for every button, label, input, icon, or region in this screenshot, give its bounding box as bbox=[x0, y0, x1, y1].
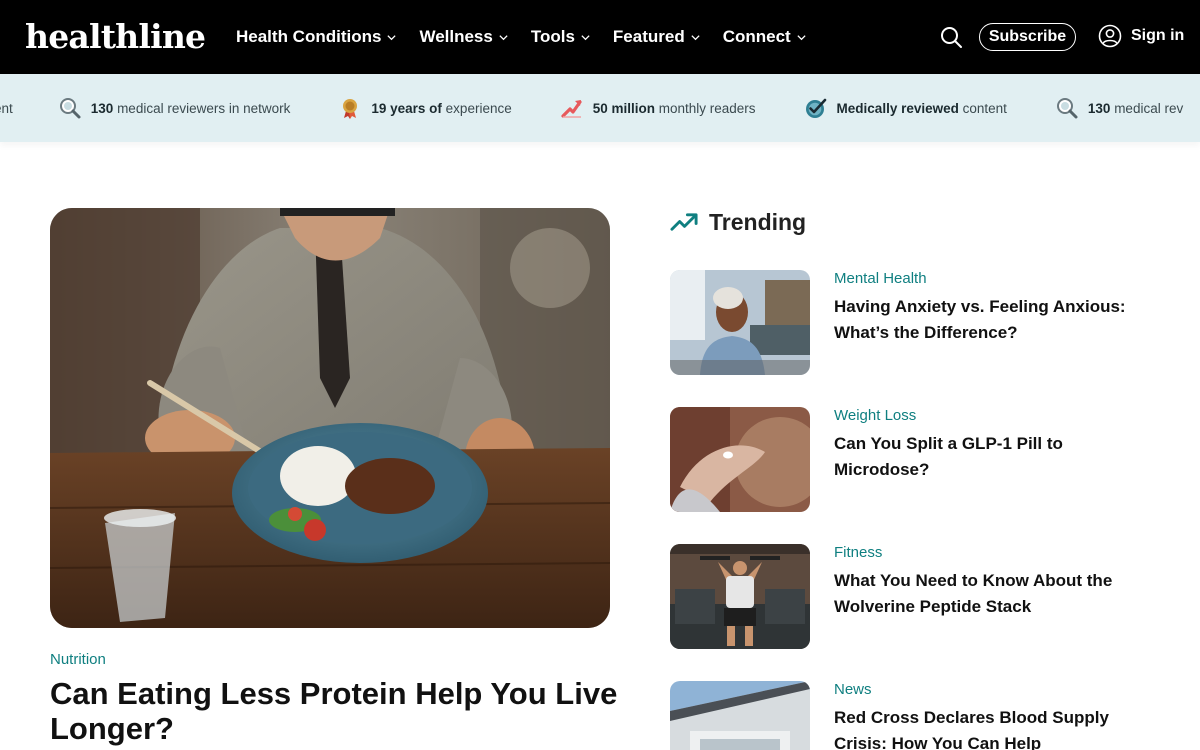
ticker-bold: 130 bbox=[1087, 100, 1111, 116]
sign-in-label: Sign in bbox=[1131, 27, 1185, 44]
nav-label: Tools bbox=[530, 27, 575, 46]
ticker-text: Medically reviewed content bbox=[837, 101, 1007, 116]
ticker-rest: medical reviewers in network bbox=[113, 100, 291, 116]
nav-connect[interactable]: Connect bbox=[723, 27, 807, 47]
ticker-text: 50 million monthly readers bbox=[593, 101, 756, 116]
subscribe-button[interactable]: Subscribe bbox=[979, 23, 1076, 51]
trending-card: Mental Health Having Anxiety vs. Feeling… bbox=[670, 270, 1180, 375]
trending-title: Trending bbox=[709, 209, 807, 235]
ticker-text: 130 medical rev bbox=[1088, 101, 1183, 116]
trending-thumbnail[interactable] bbox=[670, 407, 810, 512]
ticker-rest: content bbox=[958, 100, 1007, 116]
trending-title-link[interactable]: Red Cross Declares Blood Supply Crisis: … bbox=[834, 705, 1134, 750]
trending-card: Fitness What You Need to Know About the … bbox=[670, 544, 1180, 649]
ticker-text: 19 years of experience bbox=[371, 101, 511, 116]
trending-category[interactable]: Weight Loss bbox=[834, 407, 916, 424]
ticker-bold: Medically reviewed bbox=[836, 100, 959, 116]
award-medal-icon bbox=[343, 99, 358, 119]
site-header: healthline Health Conditions Wellness To… bbox=[0, 0, 1200, 74]
trending-thumbnail[interactable] bbox=[670, 681, 810, 750]
trending-thumbnail[interactable] bbox=[670, 544, 810, 649]
nav-wellness[interactable]: Wellness bbox=[419, 27, 508, 47]
ticker-item: 19 years of experience bbox=[338, 96, 512, 120]
chevron-down-icon bbox=[581, 34, 590, 40]
trending-category[interactable]: Fitness bbox=[834, 544, 882, 561]
nav-label: Connect bbox=[722, 27, 791, 46]
ticker-item: 130 medical rev bbox=[1055, 96, 1183, 120]
ticker-text: 130 medical reviewers in network bbox=[91, 101, 291, 116]
trending-category[interactable]: Mental Health bbox=[834, 270, 927, 287]
chevron-down-icon bbox=[499, 34, 508, 40]
ticker-rest: experience bbox=[441, 100, 512, 116]
nav-tools[interactable]: Tools bbox=[531, 27, 591, 47]
woman-city-street-photo bbox=[670, 270, 810, 375]
trending-card: News Red Cross Declares Blood Supply Cri… bbox=[670, 681, 1180, 750]
chevron-down-icon bbox=[691, 34, 700, 40]
ticker-bold: 50 million bbox=[592, 100, 655, 116]
trending-category[interactable]: News bbox=[834, 681, 872, 698]
healthline-logo[interactable]: healthline bbox=[25, 17, 206, 57]
nav-label: Wellness bbox=[419, 27, 493, 46]
user-account-icon bbox=[1098, 24, 1122, 48]
ticker-text: ent bbox=[0, 100, 13, 116]
ticker-rest: monthly readers bbox=[655, 100, 756, 116]
magnifier-icon bbox=[1056, 98, 1078, 119]
stats-ticker: ent 130 medical reviewers in network 19 … bbox=[0, 74, 1200, 142]
trending-title-link[interactable]: Can You Split a GLP-1 Pill to Microdose? bbox=[834, 431, 1134, 483]
nav-label: Health Conditions bbox=[236, 27, 382, 46]
nav-label: Featured bbox=[612, 27, 685, 46]
man-eating-rice-bowl-photo bbox=[50, 208, 610, 628]
trending-heading: Trending bbox=[670, 208, 806, 237]
ticker-track: ent 130 medical reviewers in network 19 … bbox=[0, 74, 1200, 142]
magnifier-icon bbox=[59, 98, 81, 119]
checkmark-badge-icon bbox=[805, 98, 826, 118]
ticker-item: 130 medical reviewers in network bbox=[58, 96, 291, 120]
growth-arrow-icon bbox=[561, 100, 582, 118]
ticker-bold: 130 bbox=[90, 100, 114, 116]
hand-holding-pill-photo bbox=[670, 407, 810, 512]
man-lifting-dumbbells-photo bbox=[670, 544, 810, 649]
ticker-item: ent bbox=[0, 101, 13, 116]
nav-featured[interactable]: Featured bbox=[613, 27, 701, 47]
sign-in-button[interactable]: Sign in bbox=[1098, 24, 1184, 48]
chevron-down-icon bbox=[387, 34, 397, 40]
ticker-rest: medical rev bbox=[1110, 100, 1184, 116]
main-nav: Health Conditions Wellness Tools Feature… bbox=[236, 0, 807, 74]
chevron-down-icon bbox=[797, 34, 806, 40]
trending-thumbnail[interactable] bbox=[670, 270, 810, 375]
hero-category-link[interactable]: Nutrition bbox=[50, 651, 106, 668]
trending-title-link[interactable]: Having Anxiety vs. Feeling Anxious: What… bbox=[834, 294, 1134, 346]
hero-article-image[interactable] bbox=[50, 208, 610, 628]
trending-arrow-icon bbox=[670, 213, 698, 231]
nav-health-conditions[interactable]: Health Conditions bbox=[236, 27, 397, 47]
trending-title-link[interactable]: What You Need to Know About the Wolverin… bbox=[834, 568, 1134, 620]
hero-article-title[interactable]: Can Eating Less Protein Help You Live Lo… bbox=[50, 676, 620, 746]
ticker-item: 50 million monthly readers bbox=[560, 96, 756, 120]
ticker-bold: 19 years of bbox=[371, 100, 442, 116]
ticker-item: Medically reviewed content bbox=[804, 96, 1007, 120]
search-icon[interactable] bbox=[939, 25, 963, 49]
building-exterior-photo bbox=[670, 681, 810, 750]
trending-card: Weight Loss Can You Split a GLP-1 Pill t… bbox=[670, 407, 1180, 512]
